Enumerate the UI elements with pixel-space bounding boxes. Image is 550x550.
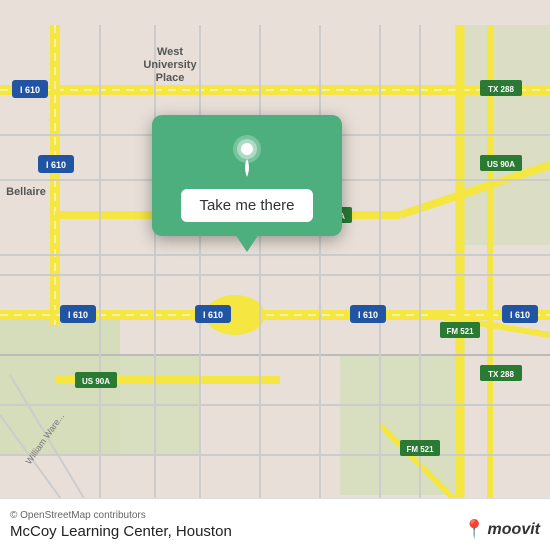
map-container[interactable]: I 610 I 610 I 610 I 610 I 610 US 90A US … <box>0 0 550 550</box>
svg-text:West: West <box>157 46 183 58</box>
svg-text:I 610: I 610 <box>358 310 378 320</box>
osm-attribution: © OpenStreetMap contributors <box>10 510 540 521</box>
location-title: McCoy Learning Center, Houston <box>10 523 232 540</box>
svg-text:Place: Place <box>156 72 185 84</box>
svg-text:TX 288: TX 288 <box>488 370 514 379</box>
svg-text:FM 521: FM 521 <box>406 445 434 454</box>
take-me-there-button[interactable]: Take me there <box>181 189 312 222</box>
svg-text:FM 521: FM 521 <box>446 327 474 336</box>
map-roads: I 610 I 610 I 610 I 610 I 610 US 90A US … <box>0 0 550 550</box>
moovit-logo: 📍 moovit <box>463 519 540 540</box>
svg-text:I 610: I 610 <box>203 310 223 320</box>
location-popup: Take me there <box>152 115 342 236</box>
svg-text:I 610: I 610 <box>510 310 530 320</box>
location-pin-icon <box>225 133 269 177</box>
svg-text:Bellaire: Bellaire <box>6 186 46 198</box>
svg-text:I 610: I 610 <box>20 85 40 95</box>
svg-text:TX 288: TX 288 <box>488 85 514 94</box>
svg-text:I 610: I 610 <box>68 310 88 320</box>
svg-text:US 90A: US 90A <box>82 377 110 386</box>
svg-text:I 610: I 610 <box>46 160 66 170</box>
moovit-pin-icon: 📍 <box>463 519 485 540</box>
svg-text:University: University <box>143 59 197 71</box>
svg-text:US 90A: US 90A <box>487 160 515 169</box>
moovit-brand-text: moovit <box>488 521 540 539</box>
bottom-bar: © OpenStreetMap contributors McCoy Learn… <box>0 498 550 550</box>
